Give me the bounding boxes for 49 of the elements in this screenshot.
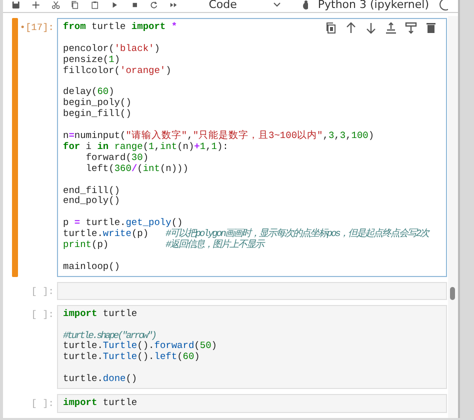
code-line: turtle.Turtle().forward(50) bbox=[63, 341, 217, 352]
arrow-down-icon[interactable] bbox=[364, 21, 378, 35]
code-line: from turtle import * bbox=[63, 22, 178, 33]
kernel-status-icon bbox=[439, 0, 448, 11]
code-line: begin_fill() bbox=[63, 109, 132, 120]
code-line: left(360/(int(n))) bbox=[84, 164, 188, 175]
copy-icon[interactable] bbox=[70, 0, 80, 12]
code-line: print(p) #返回信息，图片上不显示 bbox=[63, 240, 264, 251]
execution-prompt: [ ]: bbox=[30, 284, 55, 299]
save-icon[interactable] bbox=[11, 0, 21, 12]
code-editor[interactable]: import turtle bbox=[57, 394, 447, 413]
arrow-up-icon[interactable] bbox=[344, 21, 358, 35]
code-line: fillcolor('orange') bbox=[63, 66, 172, 77]
code-line: import turtle bbox=[63, 308, 138, 320]
execution-prompt: •[17]: bbox=[18, 21, 55, 35]
insert-below-icon[interactable] bbox=[404, 21, 418, 35]
code-line: turtle.Turtle().left(60) bbox=[63, 352, 200, 364]
bug-icon bbox=[300, 0, 308, 10]
clipboard-icon[interactable] bbox=[90, 0, 100, 12]
code-line: forward(30) bbox=[84, 152, 149, 164]
execution-prompt: [ ]: bbox=[30, 397, 55, 412]
code-line: mainloop() bbox=[63, 262, 120, 273]
duplicate-icon[interactable] bbox=[324, 21, 338, 35]
code-line: end_fill() bbox=[63, 186, 120, 196]
scrollbar-thumb[interactable] bbox=[450, 287, 455, 300]
scissors-icon[interactable] bbox=[50, 0, 60, 12]
code-line: #turtle.shape("arrow") bbox=[63, 330, 156, 341]
code-line: turtle.write(p) #可以把polygon画画时，显示每次的点坐标pos，但是起点终点会写2次 bbox=[63, 229, 429, 240]
plus-icon[interactable] bbox=[30, 0, 40, 12]
code-line: turtle.done() bbox=[63, 374, 138, 386]
insert-above-icon[interactable] bbox=[384, 21, 398, 35]
code-editor[interactable]: import turtle #turtle.shape("arrow") turtle.Turtle().forward(50) turtle.Turtle().left(60) turtle.done() bbox=[57, 304, 447, 390]
code-line: p = turtle.get_poly() bbox=[63, 218, 183, 228]
trash-icon[interactable] bbox=[424, 21, 438, 35]
code-line: end_poly() bbox=[63, 196, 120, 208]
chevron-down-icon bbox=[272, 2, 281, 8]
code-line: for i in range(1,int(n)+1,1): bbox=[63, 142, 228, 153]
execution-prompt: [ ]: bbox=[30, 308, 55, 322]
cell-type-dropdown[interactable]: Code bbox=[208, 0, 281, 11]
code-line: pencolor('black') bbox=[63, 44, 160, 55]
code-line: delay(60) bbox=[63, 87, 114, 98]
restart-icon[interactable] bbox=[149, 0, 159, 12]
code-line: n=numinput("请输入数字","只能是数字，且3~100以内",3,3,100) bbox=[63, 131, 374, 142]
code-line: import turtle bbox=[63, 398, 138, 409]
code-editor[interactable] bbox=[57, 18, 447, 277]
code-line: pensize(1) bbox=[63, 54, 120, 66]
code-line: begin_poly() bbox=[63, 98, 132, 109]
kernel-name[interactable]: Python 3 (ipykernel) bbox=[318, 0, 429, 11]
scrollbar[interactable] bbox=[448, 16, 458, 418]
